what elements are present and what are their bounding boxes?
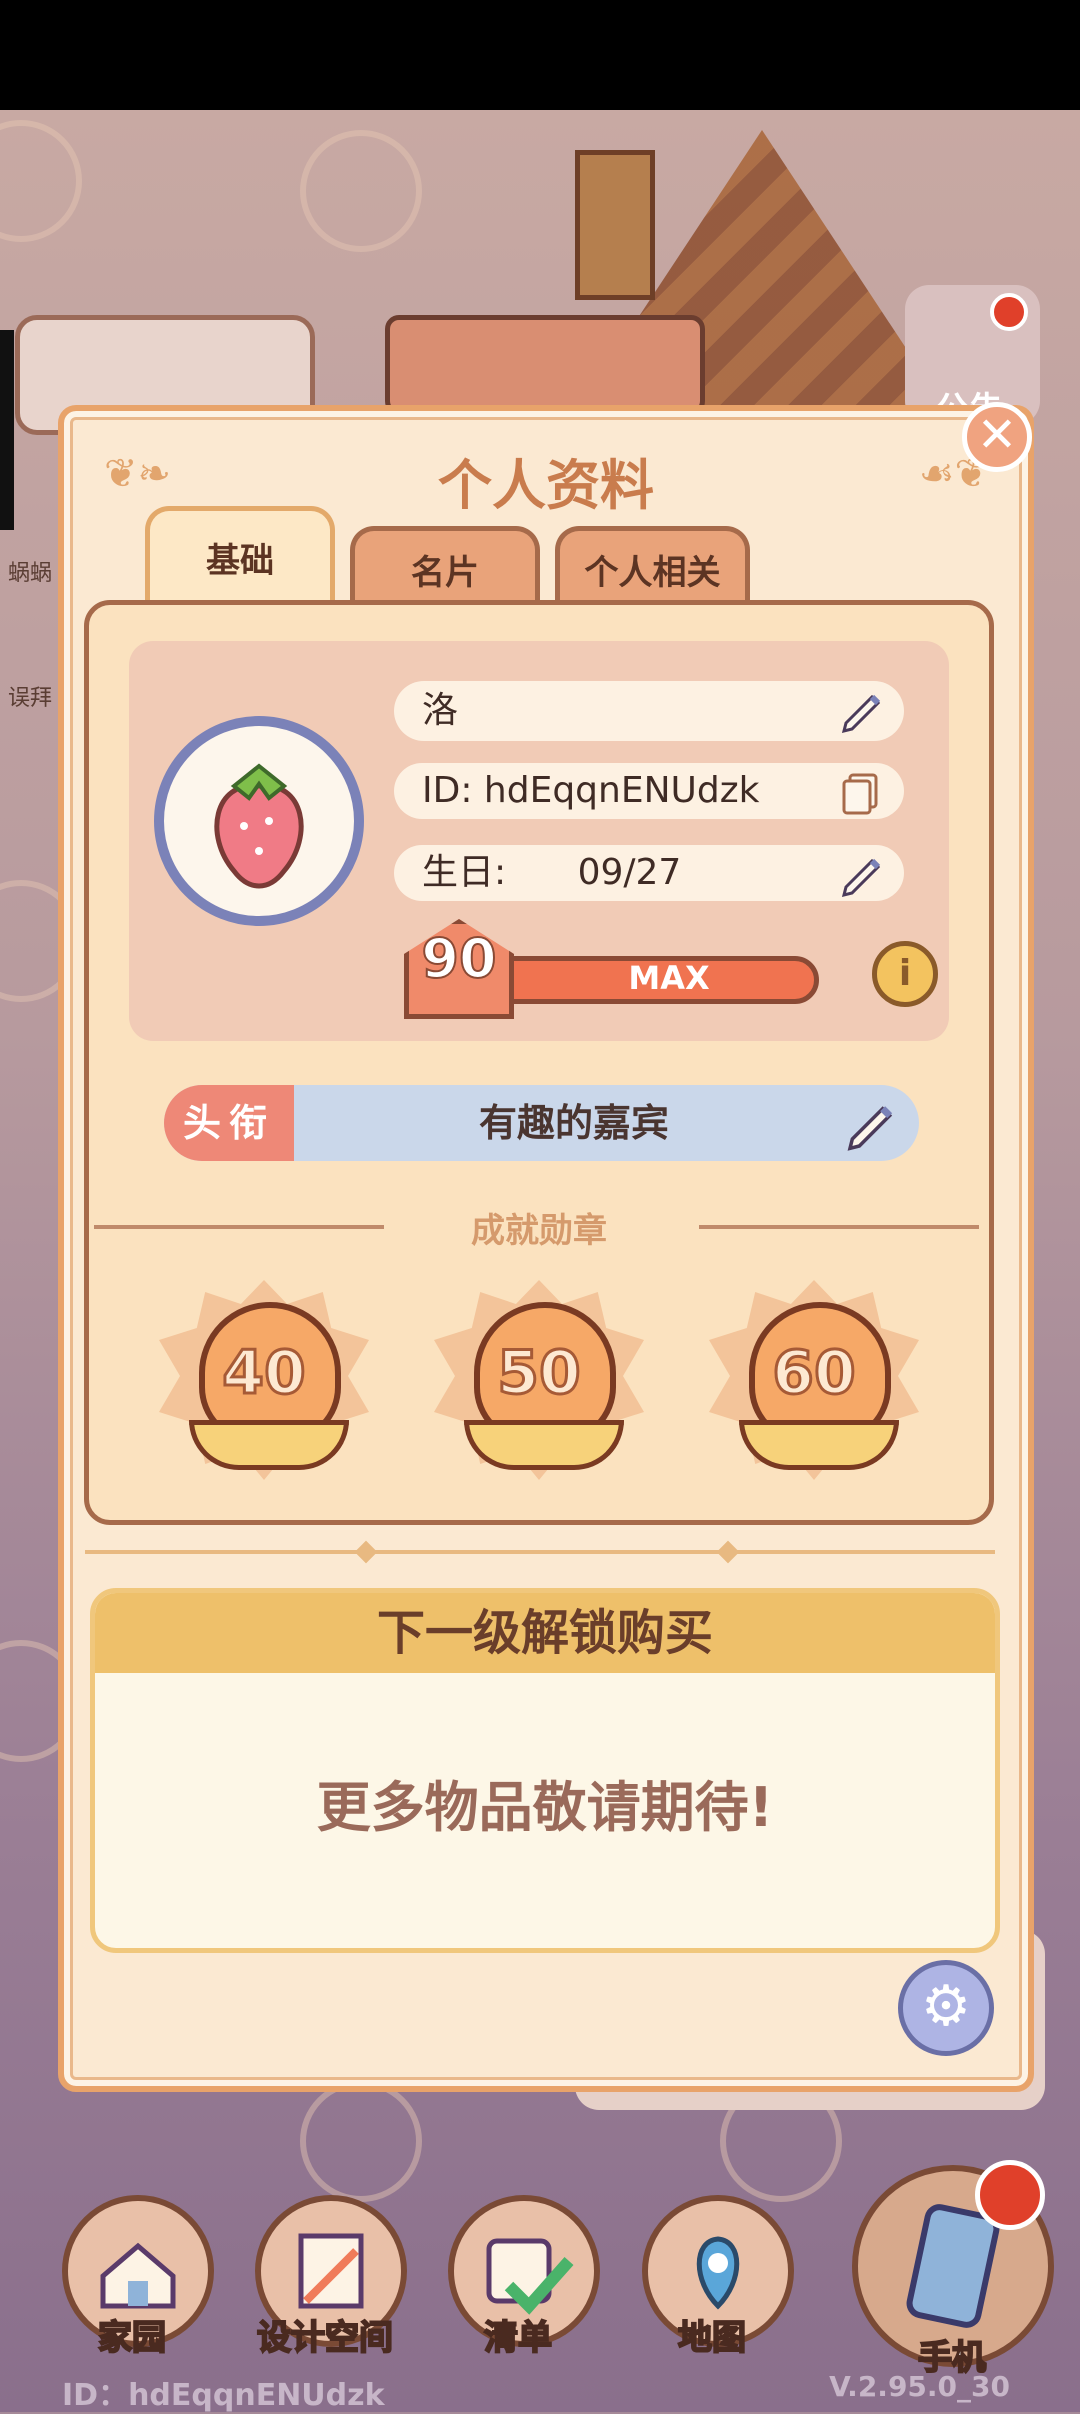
badge-wings	[464, 1420, 624, 1470]
birthday-value: 09/27	[577, 852, 682, 893]
badge-number: 40	[221, 1337, 308, 1410]
title-bar: 头衔 有趣的嘉宾	[164, 1085, 919, 1161]
section-divider	[85, 1550, 995, 1554]
side-tag: 蜗蜗	[8, 561, 53, 586]
level-number: 90	[420, 926, 497, 991]
notification-dot	[990, 293, 1028, 331]
nav-home-label: 家园	[97, 2317, 167, 2359]
id-value: ID: hdEqqnENUdzk	[422, 770, 760, 811]
title-tag: 头衔	[164, 1085, 294, 1161]
basic-info-box: 洛 ID: hdEqqnENUdzk 生日: 09/27 MAX 90 i 头衔…	[84, 600, 994, 1525]
badge-number: 60	[771, 1337, 858, 1410]
pencil-icon[interactable]	[843, 1097, 899, 1153]
sun-pattern	[300, 130, 422, 252]
unlock-message: 更多物品敬请期待!	[316, 1776, 774, 1839]
gear-icon[interactable]: ⚙	[898, 1960, 994, 2056]
achievement-badge[interactable]: 50	[434, 1280, 644, 1480]
notification-dot	[975, 2160, 1045, 2230]
achievement-badge[interactable]: 60	[709, 1280, 919, 1480]
pencil-icon[interactable]	[838, 851, 886, 899]
house-chimney	[575, 150, 655, 300]
level-status: MAX	[628, 959, 710, 997]
avatar[interactable]	[154, 716, 364, 926]
weather-card[interactable]	[385, 315, 705, 415]
copy-icon[interactable]	[838, 769, 886, 817]
tab-card[interactable]: 名片	[350, 526, 540, 609]
left-edge-bar	[0, 330, 14, 530]
version-label: V.2.95.0_30	[829, 2370, 1010, 2403]
status-bar	[0, 0, 1080, 110]
close-button[interactable]: ✕	[962, 402, 1032, 472]
badge-number: 50	[496, 1337, 583, 1410]
nav-map-label: 地图	[677, 2317, 747, 2359]
id-field: ID: hdEqqnENUdzk	[394, 763, 904, 819]
achievements-label: 成就勋章	[471, 1211, 607, 1251]
name-field[interactable]: 洛	[394, 681, 904, 741]
footer-user-id: ID：hdEqqnENUdzk	[62, 2378, 385, 2413]
unlock-box: 下一级解锁购买 更多物品敬请期待!	[90, 1588, 1000, 1953]
info-button[interactable]: i	[872, 941, 938, 1007]
side-tag: 误拜	[8, 686, 53, 711]
achievement-badge[interactable]: 40	[159, 1280, 369, 1480]
pencil-icon[interactable]	[838, 687, 886, 735]
tab-personal[interactable]: 个人相关	[555, 526, 750, 609]
strawberry-icon	[214, 763, 304, 889]
announcement-button[interactable]: 公告	[905, 285, 1040, 430]
name-value: 洛	[422, 690, 459, 731]
unlock-header: 下一级解锁购买	[95, 1593, 995, 1673]
title-text: 有趣的嘉宾	[478, 1101, 669, 1145]
nav-checklist-label: 清单	[483, 2317, 553, 2359]
nav-design-label: 设计空间	[256, 2317, 394, 2359]
birthday-label: 生日:	[422, 852, 507, 893]
tab-basic[interactable]: 基础	[145, 506, 335, 607]
birthday-field[interactable]: 生日: 09/27	[394, 845, 904, 901]
sun-pattern	[300, 2080, 422, 2202]
badge-wings	[739, 1420, 899, 1470]
badge-wings	[189, 1420, 349, 1470]
profile-area: 洛 ID: hdEqqnENUdzk 生日: 09/27 MAX 90 i	[129, 641, 949, 1041]
